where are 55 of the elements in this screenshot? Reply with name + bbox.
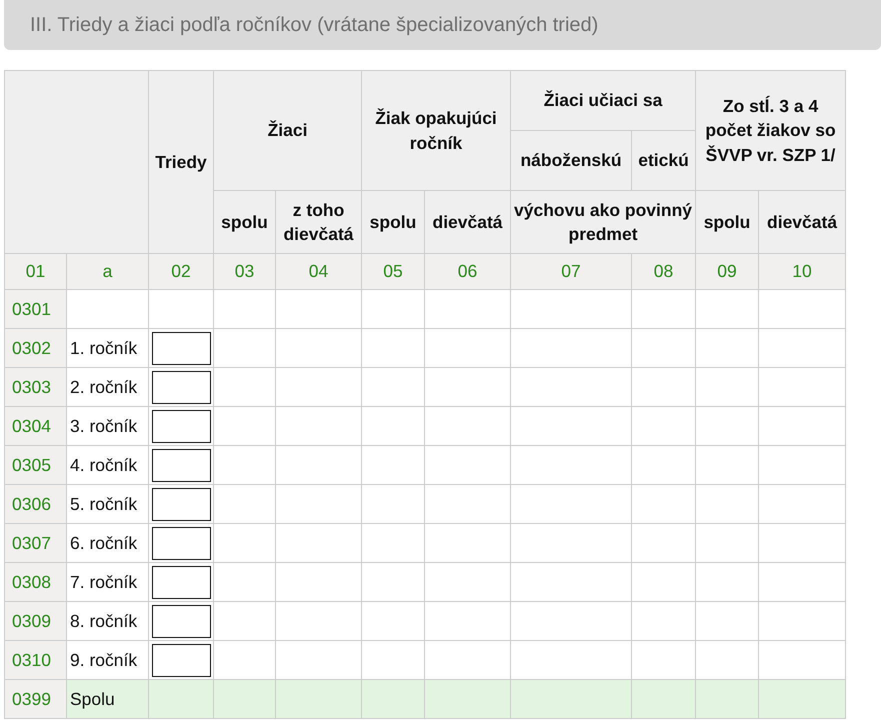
row-label: 7. ročník (66, 562, 148, 602)
row-label: 2. ročník (66, 368, 148, 406)
row-label: 5. ročník (66, 484, 148, 524)
input-field[interactable] (152, 410, 210, 442)
row-label: 4. ročník (66, 446, 148, 484)
column-header: náboženskú (510, 130, 632, 190)
row-code: 0308 (4, 562, 66, 602)
column-code: 09 (696, 254, 759, 290)
column-header: dievčatá (758, 190, 846, 254)
column-code: 07 (510, 254, 632, 290)
column-header: spolu (696, 190, 759, 254)
row-label: Spolu (66, 680, 148, 718)
column-code: 10 (758, 254, 846, 290)
column-header: Zo stĺ. 3 a 4 počet žiakov so ŠVVP vr. SZP 1/ (696, 70, 846, 190)
row-code: 0301 (4, 290, 66, 328)
row-code: 0310 (4, 640, 66, 680)
column-header: z toho dievčatá (276, 190, 362, 254)
input-field[interactable] (152, 604, 210, 638)
column-code: a (66, 254, 148, 290)
row-label: 6. ročník (66, 524, 148, 562)
input-field[interactable] (152, 332, 210, 364)
row-code: 0304 (4, 406, 66, 446)
column-code: 05 (362, 254, 425, 290)
row-code: 0306 (4, 484, 66, 524)
input-field[interactable] (152, 566, 210, 598)
column-code: 01 (4, 254, 66, 290)
column-code: 03 (214, 254, 276, 290)
column-code: 08 (632, 254, 696, 290)
row-code: 0309 (4, 602, 66, 640)
input-field[interactable] (152, 526, 210, 560)
column-code: 06 (424, 254, 511, 290)
input-field[interactable] (152, 448, 210, 482)
row-code: 0303 (4, 368, 66, 406)
column-header: Triedy (148, 70, 214, 254)
column-header: Žiaci učiaci sa (510, 70, 696, 130)
input-field[interactable] (152, 370, 210, 404)
input-field[interactable] (152, 644, 210, 676)
row-code: 0305 (4, 446, 66, 484)
row-code: 0307 (4, 524, 66, 562)
column-code: 02 (148, 254, 214, 290)
row-code: 0399 (4, 680, 66, 718)
column-header: dievčatá (424, 190, 511, 254)
row-label: 1. ročník (66, 328, 148, 368)
section-title: III. Triedy a žiaci podľa ročníkov (vrátane špecializovaných tried) (4, 0, 881, 50)
row-label: 3. ročník (66, 406, 148, 446)
column-header: etickú (632, 130, 696, 190)
column-header: výchovu ako povinný predmet (510, 190, 696, 254)
column-header: Žiaci (214, 70, 362, 190)
row-label: 8. ročník (66, 602, 148, 640)
row-code: 0302 (4, 328, 66, 368)
input-field[interactable] (152, 488, 210, 520)
column-header: spolu (362, 190, 425, 254)
column-header: spolu (214, 190, 276, 254)
column-code: 04 (276, 254, 362, 290)
column-header: Žiak opakujúci ročník (362, 70, 511, 190)
